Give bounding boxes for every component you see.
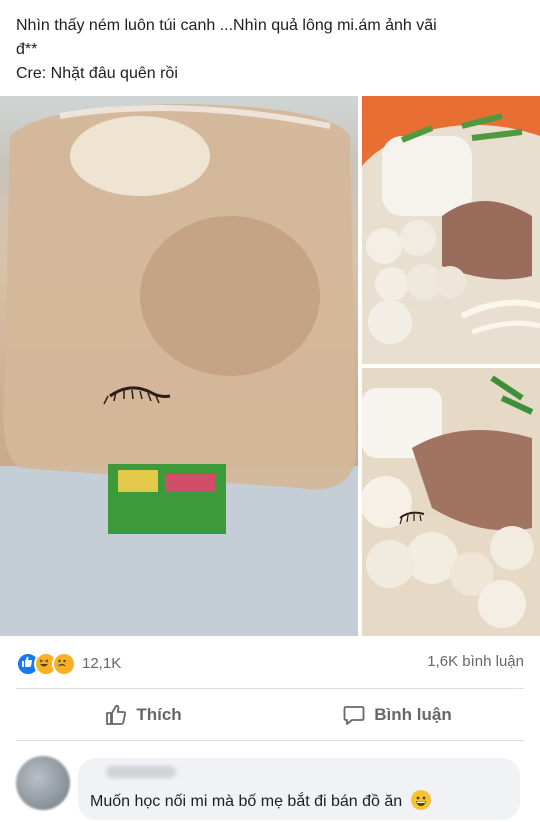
like-label: Thích: [136, 705, 182, 724]
comment-button[interactable]: Bình luận: [270, 690, 524, 740]
comment-text-content: Muốn học nối mi mà bố mẹ bắt đi bán đồ ă…: [90, 793, 403, 810]
comment-author[interactable]: [106, 766, 176, 778]
reaction-count: 12,1K: [82, 655, 122, 672]
comment-text: Muốn học nối mi mà bố mẹ bắt đi bán đồ ă…: [90, 790, 431, 811]
comment-bubble: Muốn học nối mi mà bố mẹ bắt đi bán đồ ă…: [78, 758, 520, 820]
speech-bubble-icon: [343, 706, 365, 725]
sad-reaction-icon: [52, 652, 76, 676]
photo-grid: [0, 96, 540, 636]
like-button[interactable]: Thích: [16, 690, 270, 740]
soup-closeup-illustration: [362, 368, 540, 636]
post-caption-line-2: Cre: Nhặt đâu quên rồi: [16, 65, 178, 82]
divider-top: [16, 688, 524, 689]
comment-item: Muốn học nối mi mà bố mẹ bắt đi bán đồ ă…: [16, 756, 526, 822]
grinning-emoji-icon: [410, 790, 431, 810]
thumbs-up-icon: [106, 704, 127, 725]
post-stats: 12,1K 1,6K bình luận: [16, 650, 524, 676]
divider-bottom: [16, 740, 524, 741]
photo-soup-bowl-bottom[interactable]: [362, 368, 540, 636]
post-caption-line-1: Nhìn thấy ném luôn túi canh ...Nhìn quả …: [16, 17, 437, 58]
comment-count-link[interactable]: 1,6K bình luận: [427, 653, 524, 670]
photo-soup-bag[interactable]: [0, 96, 358, 636]
comment-label: Bình luận: [374, 705, 452, 724]
post-caption: Nhìn thấy ném luôn túi canh ...Nhìn quả …: [16, 14, 526, 86]
soup-bowl-illustration: [362, 96, 540, 364]
post-actions: Thích Bình luận: [16, 690, 524, 740]
photo-soup-bowl-top[interactable]: [362, 96, 540, 364]
avatar[interactable]: [16, 756, 70, 810]
soup-bag-illustration: [0, 104, 358, 636]
